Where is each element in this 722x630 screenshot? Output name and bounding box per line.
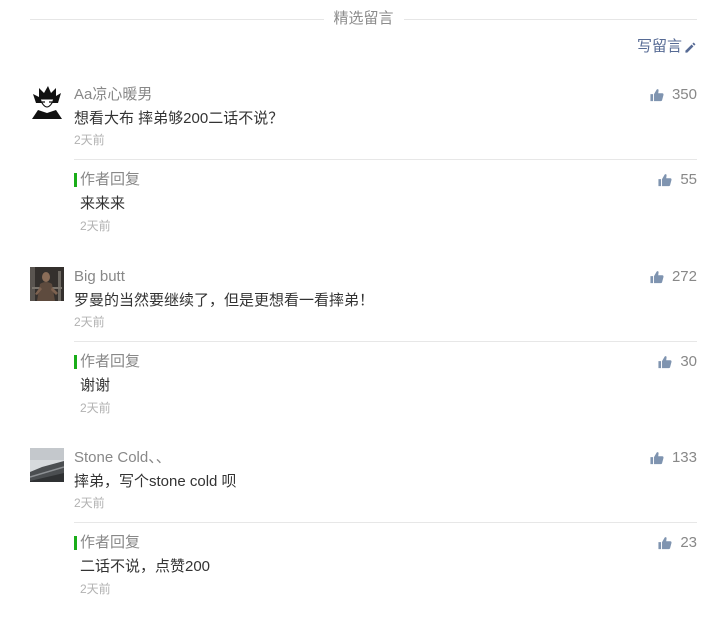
nickname: Aa凉心暖男 [74, 86, 153, 103]
reply-time: 2天前 [80, 582, 111, 596]
like-count: 30 [680, 352, 697, 370]
thumbs-up-icon [658, 355, 672, 368]
reply-indicator-bar [74, 173, 77, 187]
reply-label: 作者回复 [80, 534, 141, 551]
thumbs-up-icon [658, 537, 672, 550]
reply-time: 2天前 [80, 400, 111, 415]
like-button[interactable]: 350 [650, 85, 697, 105]
comment-content: 罗曼的当然要继续了，但是更想看一看摔弟！ [74, 291, 375, 309]
like-button[interactable]: 133 [650, 448, 697, 468]
pencil-icon [685, 41, 696, 53]
write-comment-link[interactable]: 写留言 [637, 37, 697, 57]
nickname: Big butt [74, 267, 125, 285]
reply-content: 二话不说，点赞200 [80, 558, 211, 575]
nickname: Stone Cold、、 [74, 449, 171, 466]
thumbs-up-icon [650, 270, 664, 283]
reply-like-button[interactable]: 30 [658, 352, 697, 372]
comment-time: 2天前 [74, 496, 105, 510]
avatar [30, 266, 64, 301]
reply-content: 谢谢 [80, 376, 111, 394]
reply-label: 作者回复 [80, 171, 141, 188]
thumbs-up-icon [650, 452, 664, 465]
comment-item: Stone Cold、、 133 摔弟，写个stone cold 呗 2天前 作… [30, 448, 697, 630]
comment-time: 2天前 [74, 314, 105, 329]
section-header: 精选留言 [30, 9, 698, 29]
comment-content: 想看大布 摔弟够200二话不说？ [74, 110, 284, 127]
reply-like-button[interactable]: 55 [658, 170, 697, 190]
thumbs-up-icon [650, 89, 664, 102]
divider-left [30, 18, 324, 20]
like-count: 350 [671, 86, 697, 103]
reply-time: 2天前 [80, 219, 111, 233]
write-comment-label: 写留言 [636, 38, 682, 55]
comment-list: Aa凉心暖男 350 想看大布 摔弟够200二话不说？ 2天前 作者回复 55 … [30, 85, 697, 630]
reply-content: 来来来 [80, 195, 126, 212]
like-count: 133 [671, 449, 697, 466]
avatar [30, 85, 64, 119]
reply-label: 作者回复 [80, 352, 141, 370]
divider-right [403, 18, 698, 20]
author-reply: 作者回复 23 二话不说，点赞200 2天前 [74, 522, 697, 597]
reply-indicator-bar [74, 354, 77, 369]
like-count: 272 [671, 267, 697, 285]
comment-item: Big butt 272 罗曼的当然要继续了，但是更想看一看摔弟！ 2天前 作者… [30, 266, 697, 449]
thumbs-up-icon [658, 174, 672, 187]
avatar [30, 448, 64, 482]
comment-content: 摔弟，写个stone cold 呗 [74, 473, 237, 490]
author-reply: 作者回复 55 来来来 2天前 [74, 159, 697, 234]
like-count: 23 [680, 534, 697, 551]
like-button[interactable]: 272 [650, 267, 697, 287]
comment-item: Aa凉心暖男 350 想看大布 摔弟够200二话不说？ 2天前 作者回复 55 … [30, 85, 697, 267]
author-reply: 作者回复 30 谢谢 2天前 [74, 340, 697, 416]
comment-time: 2天前 [74, 133, 105, 147]
reply-like-button[interactable]: 23 [658, 533, 697, 553]
section-title: 精选留言 [333, 10, 394, 27]
reply-indicator-bar [74, 536, 77, 550]
like-count: 55 [680, 171, 697, 188]
